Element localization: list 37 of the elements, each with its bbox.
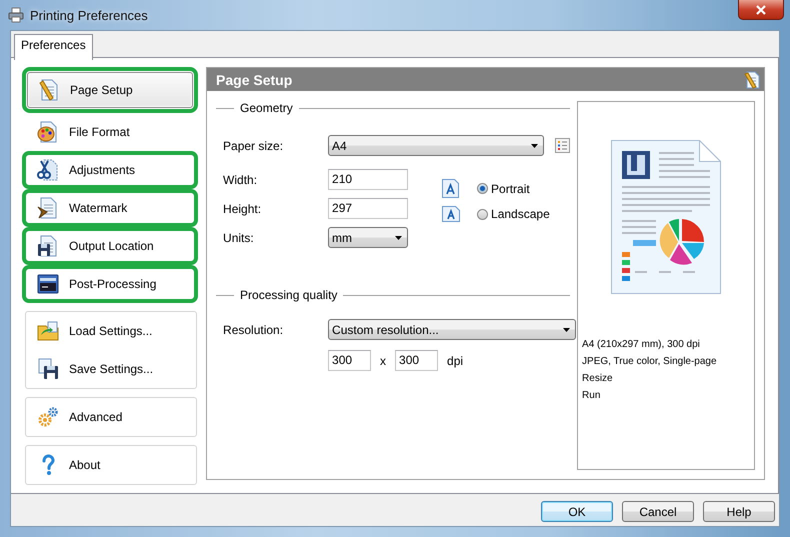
sidebar-action[interactable]: Advanced (26, 398, 194, 436)
sidebar-item[interactable]: Post-Processing (26, 269, 194, 299)
sidebar-item[interactable]: File Format (26, 117, 194, 147)
sidebar-item[interactable]: Output Location (26, 231, 194, 261)
field-label: Paper size: (223, 138, 284, 152)
window-title: Printing Preferences (30, 8, 148, 22)
input-field[interactable]: 297 (328, 198, 408, 219)
dialog-button[interactable]: Cancel (622, 501, 694, 522)
dialog-button[interactable]: Help (703, 501, 775, 522)
input-field[interactable]: 300 (395, 350, 438, 371)
input-field[interactable]: 300 (328, 350, 372, 371)
sidebar-item[interactable]: Adjustments (26, 155, 194, 185)
unit-label: dpi (447, 354, 464, 368)
dropdown[interactable]: mm (328, 227, 408, 248)
section-title: Processing quality (240, 288, 338, 302)
dropdown[interactable]: Custom resolution... (328, 319, 576, 340)
tab[interactable]: Preferences (14, 34, 93, 60)
summary-line: Resize (582, 373, 614, 384)
dimension-separator: x (380, 354, 386, 368)
field-label: Units: (223, 230, 255, 244)
input-field[interactable]: 210 (328, 169, 408, 190)
sidebar-item[interactable]: Watermark (26, 193, 194, 223)
sidebar-action[interactable]: Load Settings... (26, 312, 194, 350)
summary-line: Run (582, 390, 602, 401)
summary-line: JPEG, True color, Single-page (582, 356, 718, 367)
dropdown[interactable]: A4 (328, 135, 544, 156)
section-title: Geometry (240, 101, 293, 115)
sidebar-action[interactable]: About (26, 446, 194, 484)
sidebar-action[interactable]: Save Settings... (26, 350, 194, 388)
radio-label: Portrait (491, 182, 530, 196)
field-label: Resolution: (223, 322, 284, 336)
summary-line: A4 (210x297 mm), 300 dpi (582, 339, 701, 350)
field-label: Height: (223, 202, 262, 216)
field-label: Width: (223, 172, 258, 186)
dialog-button[interactable]: OK (541, 501, 613, 522)
panel-title: Page Setup (216, 72, 292, 88)
radio-label: Landscape (491, 207, 550, 221)
